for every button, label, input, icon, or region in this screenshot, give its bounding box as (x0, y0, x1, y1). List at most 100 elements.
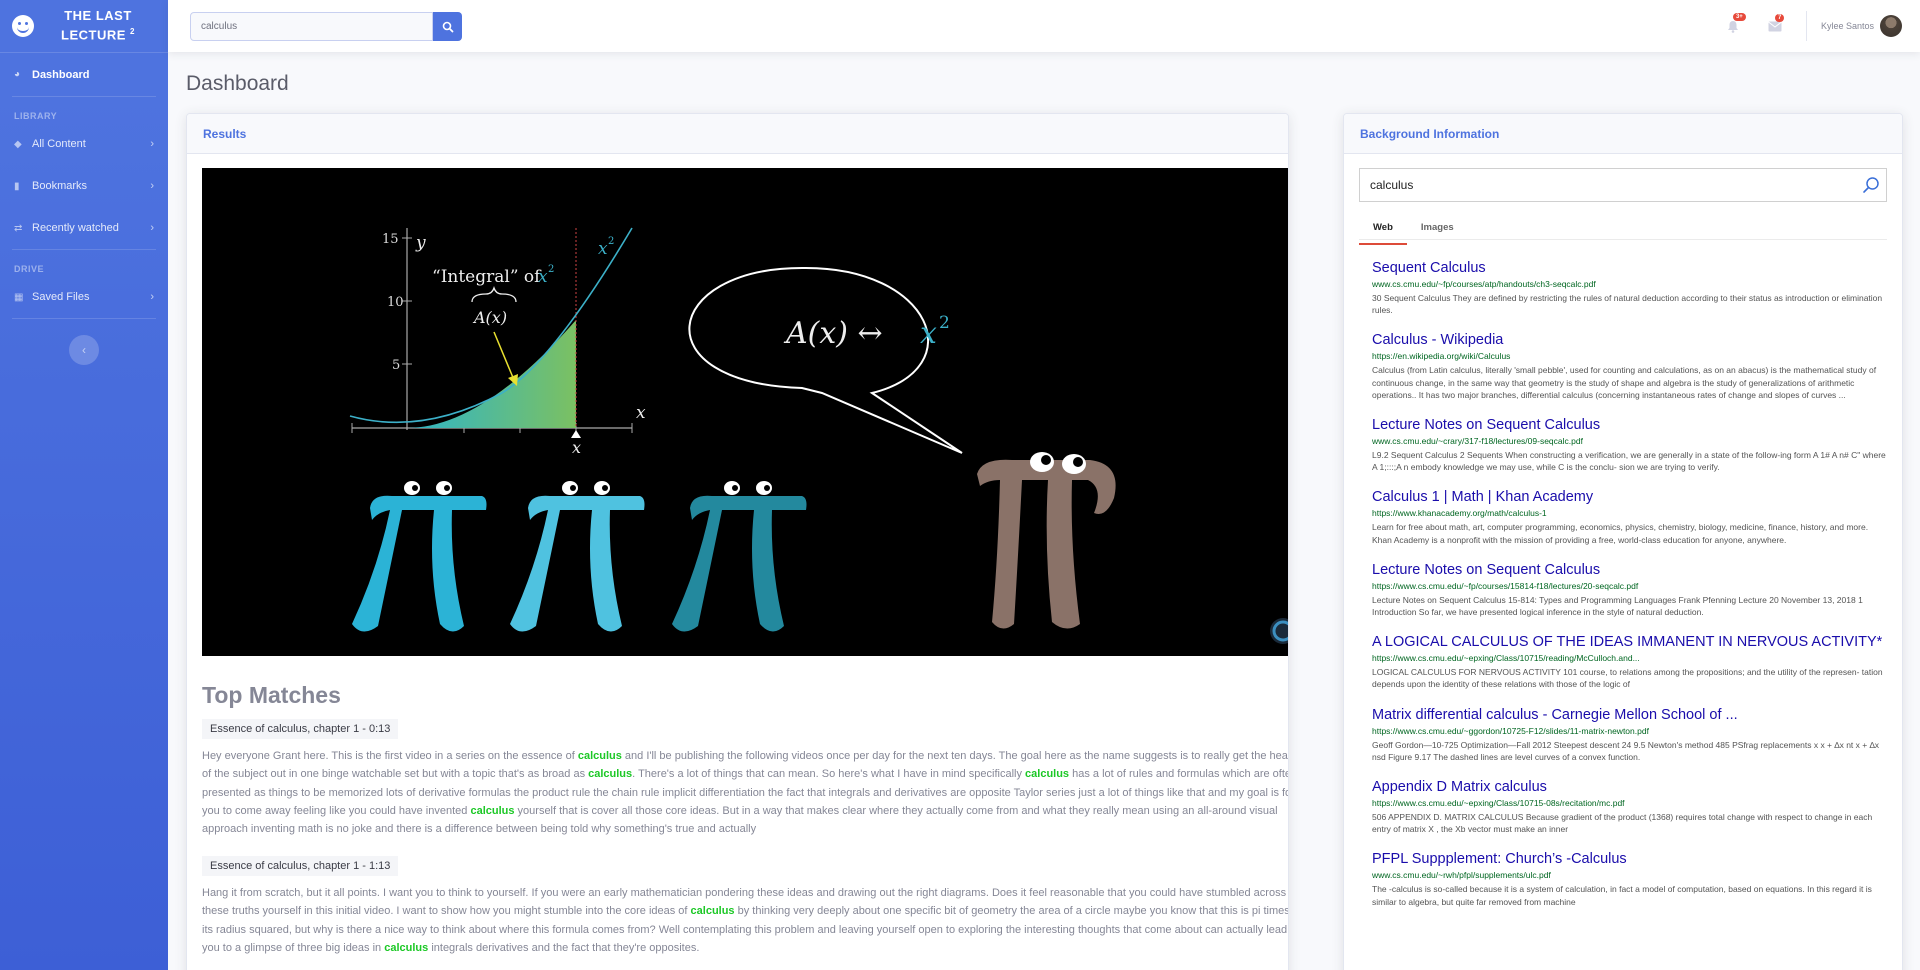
topbar: 3+ 7 Kylee Santos (168, 0, 1920, 52)
speech-exponent: 2 (939, 313, 950, 333)
result-snippet: Lecture Notes on Sequent Calculus 15-814… (1372, 594, 1863, 618)
result-snippet: L9.2 Sequent Calculus 2 Sequents When co… (1372, 450, 1886, 473)
area-label: A(x) (472, 308, 507, 327)
web-result: Appendix D Matrix calculus https://www.c… (1372, 778, 1887, 835)
pi-creature-brown (977, 452, 1116, 629)
curve-exponent: 2 (608, 236, 614, 247)
pi-creature-1 (352, 481, 487, 632)
result-url: https://www.cs.cmu.edu/~epxing/Class/107… (1372, 798, 1625, 809)
result-title-link[interactable]: Calculus - Wikipedia (1372, 331, 1887, 349)
sidebar-item-bookmarks[interactable]: ▮ Bookmarks › (0, 165, 168, 207)
topbar-search (190, 12, 462, 41)
result-url: https://www.khanacademy.org/math/calculu… (1372, 508, 1547, 519)
messages-badge: 7 (1774, 13, 1785, 22)
match-timestamp-label[interactable]: Essence of calculus, chapter 1 - 1:13 (202, 856, 399, 876)
integral-x-label: x (538, 267, 548, 287)
result-title-link[interactable]: Lecture Notes on Sequent Calculus (1372, 416, 1887, 434)
bell-icon (1727, 20, 1738, 33)
tab-web[interactable]: Web (1359, 214, 1407, 245)
search-icon (442, 21, 453, 32)
transcript-text: . There's a lot of things that can mean.… (632, 768, 1026, 781)
match-timestamp-label[interactable]: Essence of calculus, chapter 1 - 0:13 (202, 719, 399, 739)
alerts-badge: 3+ (1732, 12, 1746, 21)
y-tick-label: 10 (387, 295, 404, 310)
result-url: www.cs.cmu.edu/~rwh/pfpl/supplements/ulc… (1372, 870, 1551, 881)
sidebar-item-saved-files[interactable]: ▦ Saved Files › (0, 276, 168, 318)
result-snippet: 506 APPENDIX D. MATRIX CALCULUS Because … (1372, 812, 1873, 835)
bookmark-icon: ▮ (14, 180, 20, 192)
match-transcript: Hey everyone Grant here. This is the fir… (202, 747, 1288, 838)
area-under-curve (407, 320, 576, 428)
web-result: PFPL Suppplement: Church’s -Calculus www… (1372, 850, 1887, 907)
result-title-link[interactable]: Calculus 1 | Math | Khan Academy (1372, 488, 1887, 506)
keyword-highlight: calculus (470, 804, 515, 817)
keyword-highlight: calculus (1025, 768, 1070, 781)
topbar-icons: 3+ 7 Kylee Santos (1712, 0, 1902, 52)
search-input[interactable] (190, 12, 433, 41)
result-title-link[interactable]: Matrix differential calculus - Carnegie … (1372, 706, 1887, 724)
sidebar-item-dashboard[interactable]: ◕ Dashboard (0, 52, 168, 96)
envelope-icon (1768, 21, 1782, 31)
messages-button[interactable]: 7 (1766, 13, 1785, 32)
result-title-link[interactable]: PFPL Suppplement: Church’s -Calculus (1372, 850, 1887, 868)
background-info-header: Background Information (1344, 114, 1902, 154)
transcript-text: integrals derivatives and the fact that … (428, 941, 700, 954)
sidebar-item-label: All Content (32, 138, 86, 150)
chevron-right-icon: › (150, 222, 154, 234)
web-result: Calculus 1 | Math | Khan Academy https:/… (1372, 488, 1887, 545)
web-results-list: Sequent Calculus www.cs.cmu.edu/~fp/cour… (1372, 259, 1887, 923)
pi-creature-3 (672, 481, 807, 632)
keyword-highlight: calculus (577, 750, 622, 762)
search-button[interactable] (433, 12, 462, 41)
integral-label: “Integral” of (432, 267, 542, 287)
result-snippet: Learn for free about math, art, computer… (1372, 522, 1869, 545)
result-title-link[interactable]: Appendix D Matrix calculus (1372, 778, 1887, 796)
video-frame: 15 10 5 y x x x 2 “Integral” of x 2 A(x)… (349, 227, 1288, 644)
result-url: https://en.wikipedia.org/wiki/Calculus (1372, 351, 1511, 362)
y-tick-label: 5 (392, 358, 400, 373)
sidebar-heading-drive: DRIVE (14, 264, 45, 274)
x-axis-label: x (636, 403, 646, 423)
result-snippet: The -calculus is so-called because it is… (1372, 884, 1872, 907)
keyword-highlight: calculus (588, 768, 633, 781)
chevron-right-icon: › (150, 291, 154, 303)
y-tick-label: 15 (382, 232, 399, 247)
smiley-logo-icon (12, 15, 34, 37)
user-name[interactable]: Kylee Santos (1821, 21, 1874, 31)
brand-name: THE LAST LECTURE 2 (61, 8, 135, 43)
sidebar-item-label: Bookmarks (32, 180, 88, 192)
chevron-left-icon: ‹ (82, 343, 86, 357)
tachometer-icon: ◕ (14, 69, 21, 80)
result-snippet: LOGICAL CALCULUS FOR NERVOUS ACTIVITY 10… (1372, 667, 1883, 690)
transcript-text: Hey everyone Grant here. This is the fir… (202, 750, 578, 762)
video-player[interactable]: 15 10 5 y x x x 2 “Integral” of x 2 A(x)… (202, 168, 1288, 656)
sidebar-item-label: Saved Files (32, 291, 90, 303)
web-result: Calculus - Wikipedia https://en.wikipedi… (1372, 331, 1887, 401)
x-marker-label: x (572, 438, 581, 457)
sidebar-toggle-button[interactable]: ‹ (69, 335, 99, 365)
alerts-button[interactable]: 3+ (1724, 12, 1746, 33)
result-title-link[interactable]: A LOGICAL CALCULUS OF THE IDEAS IMMANENT… (1372, 633, 1887, 651)
underbrace (471, 285, 517, 303)
brand[interactable]: THE LAST LECTURE 2 (0, 0, 168, 52)
sidebar-item-all-content[interactable]: ◆ All Content › (0, 123, 168, 165)
page-title: Dashboard (186, 72, 289, 95)
result-snippet: 30 Sequent Calculus They are defined by … (1372, 293, 1883, 316)
speech-bubble (688, 266, 963, 454)
tab-images[interactable]: Images (1407, 214, 1468, 245)
speech-x: x (920, 316, 937, 351)
sidebar-item-recently-watched[interactable]: ⇄ Recently watched › (0, 207, 168, 249)
background-search-input[interactable] (1360, 178, 1856, 192)
x-marker-triangle (571, 430, 581, 438)
match-item: Essence of calculus, chapter 1 - 1:13 Ha… (202, 856, 1288, 957)
result-url: https://www.cs.cmu.edu/~ggordon/10725-F1… (1372, 725, 1649, 736)
match-item: Essence of calculus, chapter 1 - 0:13 He… (202, 719, 1288, 838)
web-result: Lecture Notes on Sequent Calculus www.cs… (1372, 416, 1887, 473)
result-title-link[interactable]: Lecture Notes on Sequent Calculus (1372, 561, 1887, 579)
background-search-button[interactable] (1856, 176, 1886, 194)
avatar[interactable] (1880, 15, 1902, 37)
tag-icon: ◆ (14, 138, 22, 150)
result-title-link[interactable]: Sequent Calculus (1372, 259, 1887, 277)
chevron-right-icon: › (150, 180, 154, 192)
match-transcript: Hang it from scratch, but it all points.… (202, 884, 1288, 957)
